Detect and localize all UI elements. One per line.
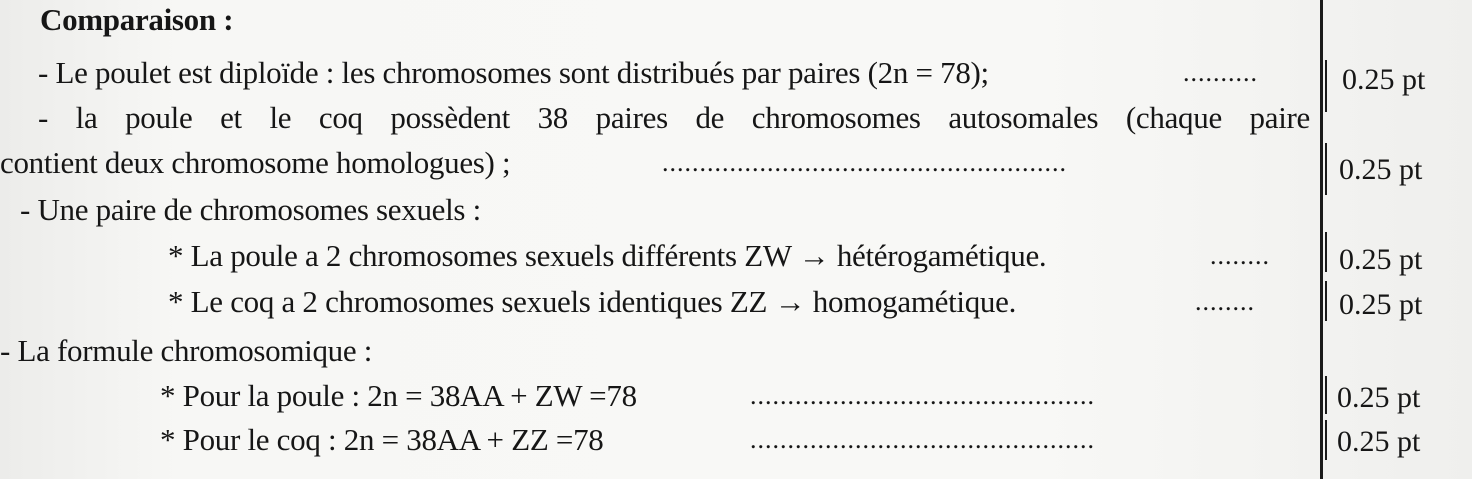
document-page: Comparaison : - Le poulet est diploïde :… <box>0 0 1472 479</box>
points-5: 0.25 pt <box>1337 381 1421 414</box>
points-2: 0.25 pt <box>1339 153 1423 186</box>
answer-text-2: - la poule et le coq possèdent 38 paires… <box>38 100 1310 135</box>
answer-text-6: * Le coq a 2 chromosomes sexuels identiq… <box>168 284 1017 319</box>
leader-dots-9: ........................................… <box>750 425 1095 454</box>
points-cell-divider-6 <box>1325 420 1327 460</box>
leader-dots-8: ........................................… <box>750 381 1095 410</box>
points-6: 0.25 pt <box>1337 425 1421 458</box>
leader-dots-5: ........ <box>1210 241 1270 270</box>
points-cell-divider-5 <box>1325 376 1327 414</box>
points-cell-divider-2 <box>1325 143 1327 195</box>
answer-text-5: * La poule a 2 chromosomes sexuels diffé… <box>168 238 1047 273</box>
answer-text-3: contient deux chromosome homologues) ; <box>0 145 511 180</box>
answer-text-8: * Pour la poule : 2n = 38AA + ZW =78 <box>160 378 637 413</box>
points-3: 0.25 pt <box>1339 243 1423 276</box>
leader-dots-1: .......... <box>1183 58 1258 87</box>
leader-dots-6: ........ <box>1195 287 1255 316</box>
points-1: 0.25 pt <box>1342 63 1426 96</box>
points-4: 0.25 pt <box>1339 288 1423 321</box>
section-title: Comparaison : <box>40 2 234 37</box>
points-cell-divider-4 <box>1325 281 1327 321</box>
answer-text-1: - Le poulet est diploïde : les chromosom… <box>38 55 989 90</box>
points-cell-divider-3 <box>1325 232 1327 272</box>
column-divider <box>1320 0 1323 479</box>
answer-text-7: - La formule chromosomique : <box>0 333 373 368</box>
answer-text-4: - Une paire de chromosomes sexuels : <box>20 192 481 227</box>
points-cell-divider-1 <box>1325 60 1327 112</box>
leader-dots-3: ........................................… <box>662 148 1067 177</box>
answer-text-9: * Pour le coq : 2n = 38AA + ZZ =78 <box>160 422 604 457</box>
